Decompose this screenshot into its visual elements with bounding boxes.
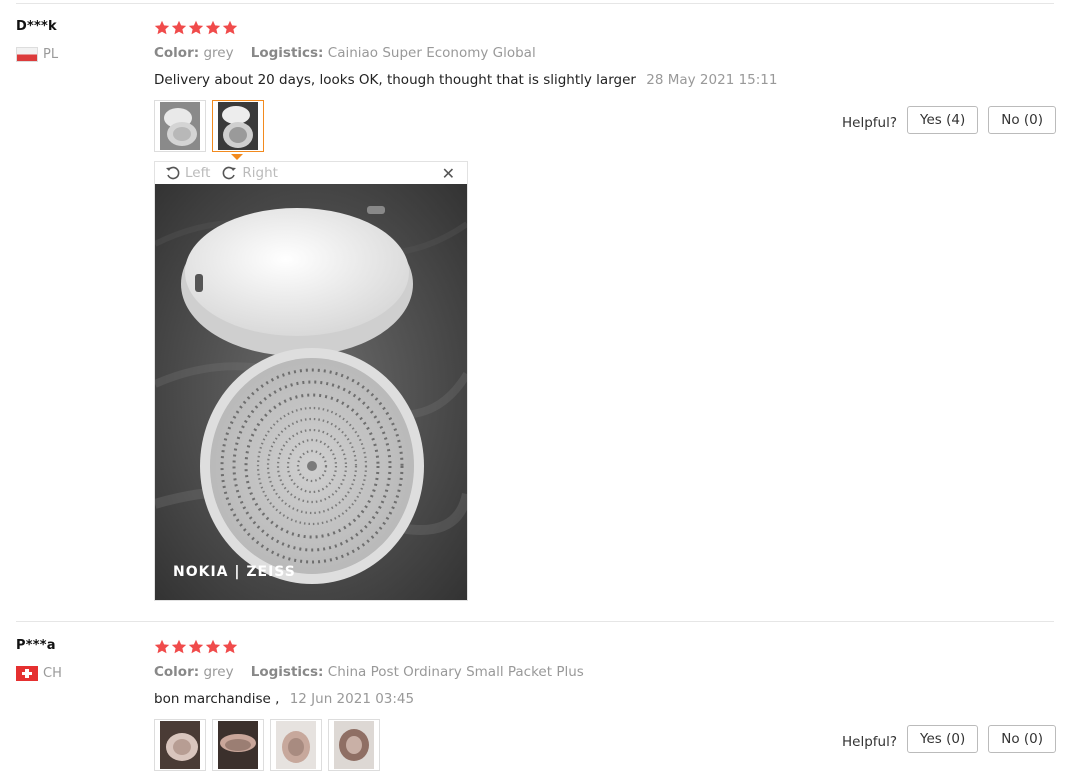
- photo-basket-icon: [334, 721, 374, 769]
- rotate-right-label: Right: [242, 165, 278, 181]
- review-body: bon marchandise ,: [154, 691, 280, 707]
- helpful-label: Helpful?: [842, 734, 898, 750]
- photo-basket-icon: [276, 721, 316, 769]
- helpful-section: Helpful? Yes (0) No (0): [842, 725, 1057, 753]
- logistics-value: Cainiao Super Economy Global: [327, 45, 536, 61]
- photo-basket-icon: [218, 721, 258, 769]
- top-divider: [16, 3, 1054, 4]
- helpful-yes-button[interactable]: Yes (0): [907, 725, 979, 753]
- star-icon: [205, 639, 221, 654]
- rating-stars: [154, 639, 238, 655]
- review-body: Delivery about 20 days, looks OK, though…: [154, 72, 636, 88]
- star-icon: [171, 639, 187, 654]
- reviewer-name: D***k: [16, 19, 57, 34]
- flag-pl-icon: [16, 47, 38, 62]
- color-label: Color:: [154, 45, 200, 61]
- star-icon: [154, 639, 170, 654]
- photo-thumbnail[interactable]: [154, 100, 206, 152]
- review-attributes: Color: grey Logistics: China Post Ordina…: [154, 664, 584, 680]
- rotate-left-label: Left: [185, 165, 211, 181]
- star-icon: [222, 20, 238, 35]
- logistics-value: China Post Ordinary Small Packet Plus: [327, 664, 584, 680]
- review-text: bon marchandise , 12 Jun 2021 03:45: [154, 691, 414, 707]
- review-photos: [154, 100, 264, 152]
- photo-thumbnail[interactable]: [154, 719, 206, 771]
- reviewer-country: PL: [16, 47, 58, 62]
- helpful-no-button[interactable]: No (0): [988, 106, 1057, 134]
- review-photo-large: [155, 184, 467, 600]
- close-icon[interactable]: ✕: [442, 164, 455, 183]
- helpful-yes-button[interactable]: Yes (4): [907, 106, 979, 134]
- photo-viewer: Left Right ✕ NOKIA | ZEISS: [154, 161, 468, 601]
- reviewer-country: CH: [16, 666, 62, 681]
- color-label: Color:: [154, 664, 200, 680]
- photo-thumbnail[interactable]: [328, 719, 380, 771]
- photo-basket-icon: [160, 721, 200, 769]
- color-value: grey: [203, 45, 234, 61]
- review-photos: [154, 719, 380, 771]
- photo-colander-icon: [218, 102, 258, 150]
- photo-thumbnail[interactable]: [212, 719, 264, 771]
- star-icon: [154, 20, 170, 35]
- star-icon: [188, 20, 204, 35]
- selected-photo-caret-icon: [231, 154, 243, 160]
- review-date: 12 Jun 2021 03:45: [289, 691, 415, 707]
- photo-thumbnail[interactable]: [270, 719, 322, 771]
- viewer-toolbar: Left Right ✕: [155, 162, 467, 184]
- logistics-label: Logistics:: [250, 664, 324, 680]
- rating-stars: [154, 20, 238, 36]
- star-icon: [188, 639, 204, 654]
- review-text: Delivery about 20 days, looks OK, though…: [154, 72, 777, 88]
- photo-bowl-icon: [160, 102, 200, 150]
- review-attributes: Color: grey Logistics: Cainiao Super Eco…: [154, 45, 536, 61]
- photo-watermark: NOKIA | ZEISS: [173, 564, 296, 580]
- star-icon: [222, 639, 238, 654]
- star-icon: [205, 20, 221, 35]
- flag-ch-icon: [16, 666, 38, 681]
- helpful-section: Helpful? Yes (4) No (0): [842, 106, 1057, 134]
- color-value: grey: [203, 664, 234, 680]
- star-icon: [171, 20, 187, 35]
- rotate-right-icon: [223, 166, 237, 180]
- rotate-right-button[interactable]: Right: [220, 165, 278, 181]
- country-code: PL: [43, 47, 59, 62]
- helpful-no-button[interactable]: No (0): [988, 725, 1057, 753]
- review-date: 28 May 2021 15:11: [646, 72, 778, 88]
- photo-thumbnail-selected[interactable]: [212, 100, 264, 152]
- logistics-label: Logistics:: [250, 45, 324, 61]
- reviewer-name: P***a: [16, 638, 56, 653]
- review-divider: [16, 621, 1054, 622]
- helpful-label: Helpful?: [842, 115, 898, 131]
- rotate-left-icon: [166, 166, 180, 180]
- rotate-left-button[interactable]: Left: [165, 165, 210, 181]
- country-code: CH: [43, 666, 62, 681]
